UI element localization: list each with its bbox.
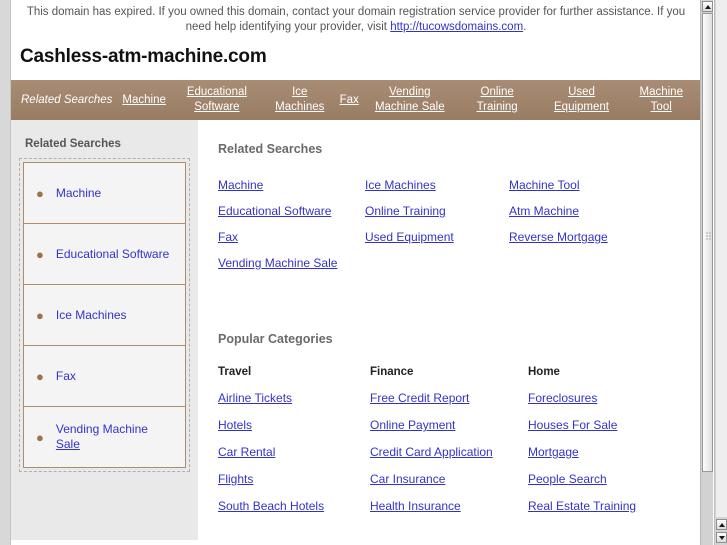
chevron-up-icon xyxy=(704,4,711,9)
related-link-fax[interactable]: Fax xyxy=(218,230,365,244)
category-link-houses-for-sale[interactable]: Houses For Sale xyxy=(528,418,701,432)
sidebar-item-educational-software[interactable]: ● Educational Software xyxy=(23,223,186,285)
related-grid-spacer xyxy=(509,256,701,270)
category-link-mortgage[interactable]: Mortgage xyxy=(528,445,701,459)
chevron-up-icon xyxy=(718,522,725,527)
related-link-online-training[interactable]: Online Training xyxy=(365,204,509,218)
related-link-educational-software[interactable]: Educational Software xyxy=(218,204,365,218)
chevron-down-icon xyxy=(718,535,725,540)
expiry-text-before: This domain has expired. If you owned th… xyxy=(26,6,686,33)
related-link-vending-machine-sale[interactable]: Vending Machine Sale xyxy=(218,256,365,270)
bullet-icon: ● xyxy=(36,307,44,323)
related-searches-navbar: Related Searches Machine Educational Sof… xyxy=(11,80,701,120)
nav-item-vending-machine-sale[interactable]: Vending Machine Sale xyxy=(363,85,457,115)
inner-scrollbar[interactable] xyxy=(700,0,713,545)
left-page-gutter xyxy=(0,0,11,545)
outer-scrollbar-down-button[interactable] xyxy=(716,532,727,543)
nav-item-fax[interactable]: Fax xyxy=(336,93,363,108)
domain-expiry-banner: This domain has expired. If you owned th… xyxy=(11,0,701,38)
category-link-hotels[interactable]: Hotels xyxy=(218,418,370,432)
page-title: Cashless-atm-machine.com xyxy=(20,46,267,67)
bullet-icon: ● xyxy=(36,429,44,445)
inner-scrollbar-up-button[interactable] xyxy=(702,1,713,12)
main-content: Related Searches Machine Ice Machines Ma… xyxy=(198,120,701,513)
sidebar-item-label[interactable]: Vending Machine Sale xyxy=(56,422,148,452)
sidebar-item-label[interactable]: Fax xyxy=(56,369,76,384)
category-link-real-estate-training[interactable]: Real Estate Training xyxy=(528,499,701,513)
related-searches-grid: Machine Ice Machines Machine Tool Educat… xyxy=(218,178,701,270)
expiry-text-after: . xyxy=(523,21,527,33)
category-link-health-insurance[interactable]: Health Insurance xyxy=(370,499,528,513)
body-columns: Related Searches ● Machine ● Educational… xyxy=(11,120,701,540)
bullet-icon: ● xyxy=(36,246,44,262)
related-grid-spacer xyxy=(365,256,509,270)
popular-categories-grid: Travel Finance Home Airline Tickets Free… xyxy=(218,366,701,513)
nav-item-ice-machines[interactable]: Ice Machines xyxy=(264,85,336,115)
nav-item-used-equipment[interactable]: Used Equipment xyxy=(538,85,626,115)
category-link-airline-tickets[interactable]: Airline Tickets xyxy=(218,391,370,405)
related-link-used-equipment[interactable]: Used Equipment xyxy=(365,230,509,244)
category-header-travel: Travel xyxy=(218,366,252,378)
browser-viewport: This domain has expired. If you owned th… xyxy=(0,0,727,545)
sidebar-title: Related Searches xyxy=(25,138,121,150)
navbar-items: Machine Educational Software Ice Machine… xyxy=(118,85,697,115)
sidebar-item-ice-machines[interactable]: ● Ice Machines xyxy=(23,284,186,346)
category-link-foreclosures[interactable]: Foreclosures xyxy=(528,391,701,405)
sidebar-item-label[interactable]: Machine xyxy=(56,186,101,201)
bullet-icon: ● xyxy=(36,185,44,201)
category-link-online-payment[interactable]: Online Payment xyxy=(370,418,528,432)
sidebar: Related Searches ● Machine ● Educational… xyxy=(11,120,198,540)
sidebar-item-label[interactable]: Educational Software xyxy=(56,247,169,262)
nav-item-machine-tool[interactable]: Machine Tool xyxy=(625,85,697,115)
category-header-home: Home xyxy=(528,366,560,378)
sidebar-item-label-line1: Vending Machine xyxy=(55,422,148,436)
sidebar-item-machine[interactable]: ● Machine xyxy=(23,162,186,224)
sidebar-item-vending-machine-sale[interactable]: ● Vending Machine Sale xyxy=(23,406,186,468)
page-content: This domain has expired. If you owned th… xyxy=(11,0,701,545)
nav-item-machine[interactable]: Machine xyxy=(118,93,169,108)
category-link-people-search[interactable]: People Search xyxy=(528,472,701,486)
nav-item-online-training[interactable]: Online Training xyxy=(457,85,538,115)
category-link-south-beach-hotels[interactable]: South Beach Hotels xyxy=(218,499,370,513)
category-link-credit-card-application[interactable]: Credit Card Application xyxy=(370,445,528,459)
related-link-ice-machines[interactable]: Ice Machines xyxy=(365,178,509,192)
related-link-machine-tool[interactable]: Machine Tool xyxy=(509,178,701,192)
tucows-domains-link[interactable]: http://tucowsdomains.com xyxy=(390,21,523,33)
related-link-reverse-mortgage[interactable]: Reverse Mortgage xyxy=(509,230,701,244)
scrollbar-grip-icon xyxy=(706,232,712,241)
inner-scrollbar-thumb[interactable] xyxy=(702,13,713,472)
category-link-car-rental[interactable]: Car Rental xyxy=(218,445,370,459)
sidebar-item-fax[interactable]: ● Fax xyxy=(23,345,186,407)
category-link-free-credit-report[interactable]: Free Credit Report xyxy=(370,391,528,405)
outer-scrollbar[interactable] xyxy=(714,0,727,545)
nav-item-educational-software[interactable]: Educational Software xyxy=(170,85,264,115)
related-link-atm-machine[interactable]: Atm Machine xyxy=(509,204,701,218)
navbar-label: Related Searches xyxy=(21,94,113,106)
bullet-icon: ● xyxy=(36,368,44,384)
popular-categories-heading: Popular Categories xyxy=(218,332,333,346)
category-link-flights[interactable]: Flights xyxy=(218,472,370,486)
sidebar-item-label[interactable]: Ice Machines xyxy=(56,308,127,323)
category-header-finance: Finance xyxy=(370,366,414,378)
related-searches-heading: Related Searches xyxy=(218,142,323,156)
outer-scrollbar-track[interactable] xyxy=(716,0,727,517)
sidebar-item-label-line2: Sale xyxy=(55,437,80,451)
category-link-car-insurance[interactable]: Car Insurance xyxy=(370,472,528,486)
outer-scrollbar-up-button[interactable] xyxy=(716,519,727,530)
related-link-machine[interactable]: Machine xyxy=(218,178,365,192)
sidebar-box: ● Machine ● Educational Software ● Ice M… xyxy=(19,158,190,472)
